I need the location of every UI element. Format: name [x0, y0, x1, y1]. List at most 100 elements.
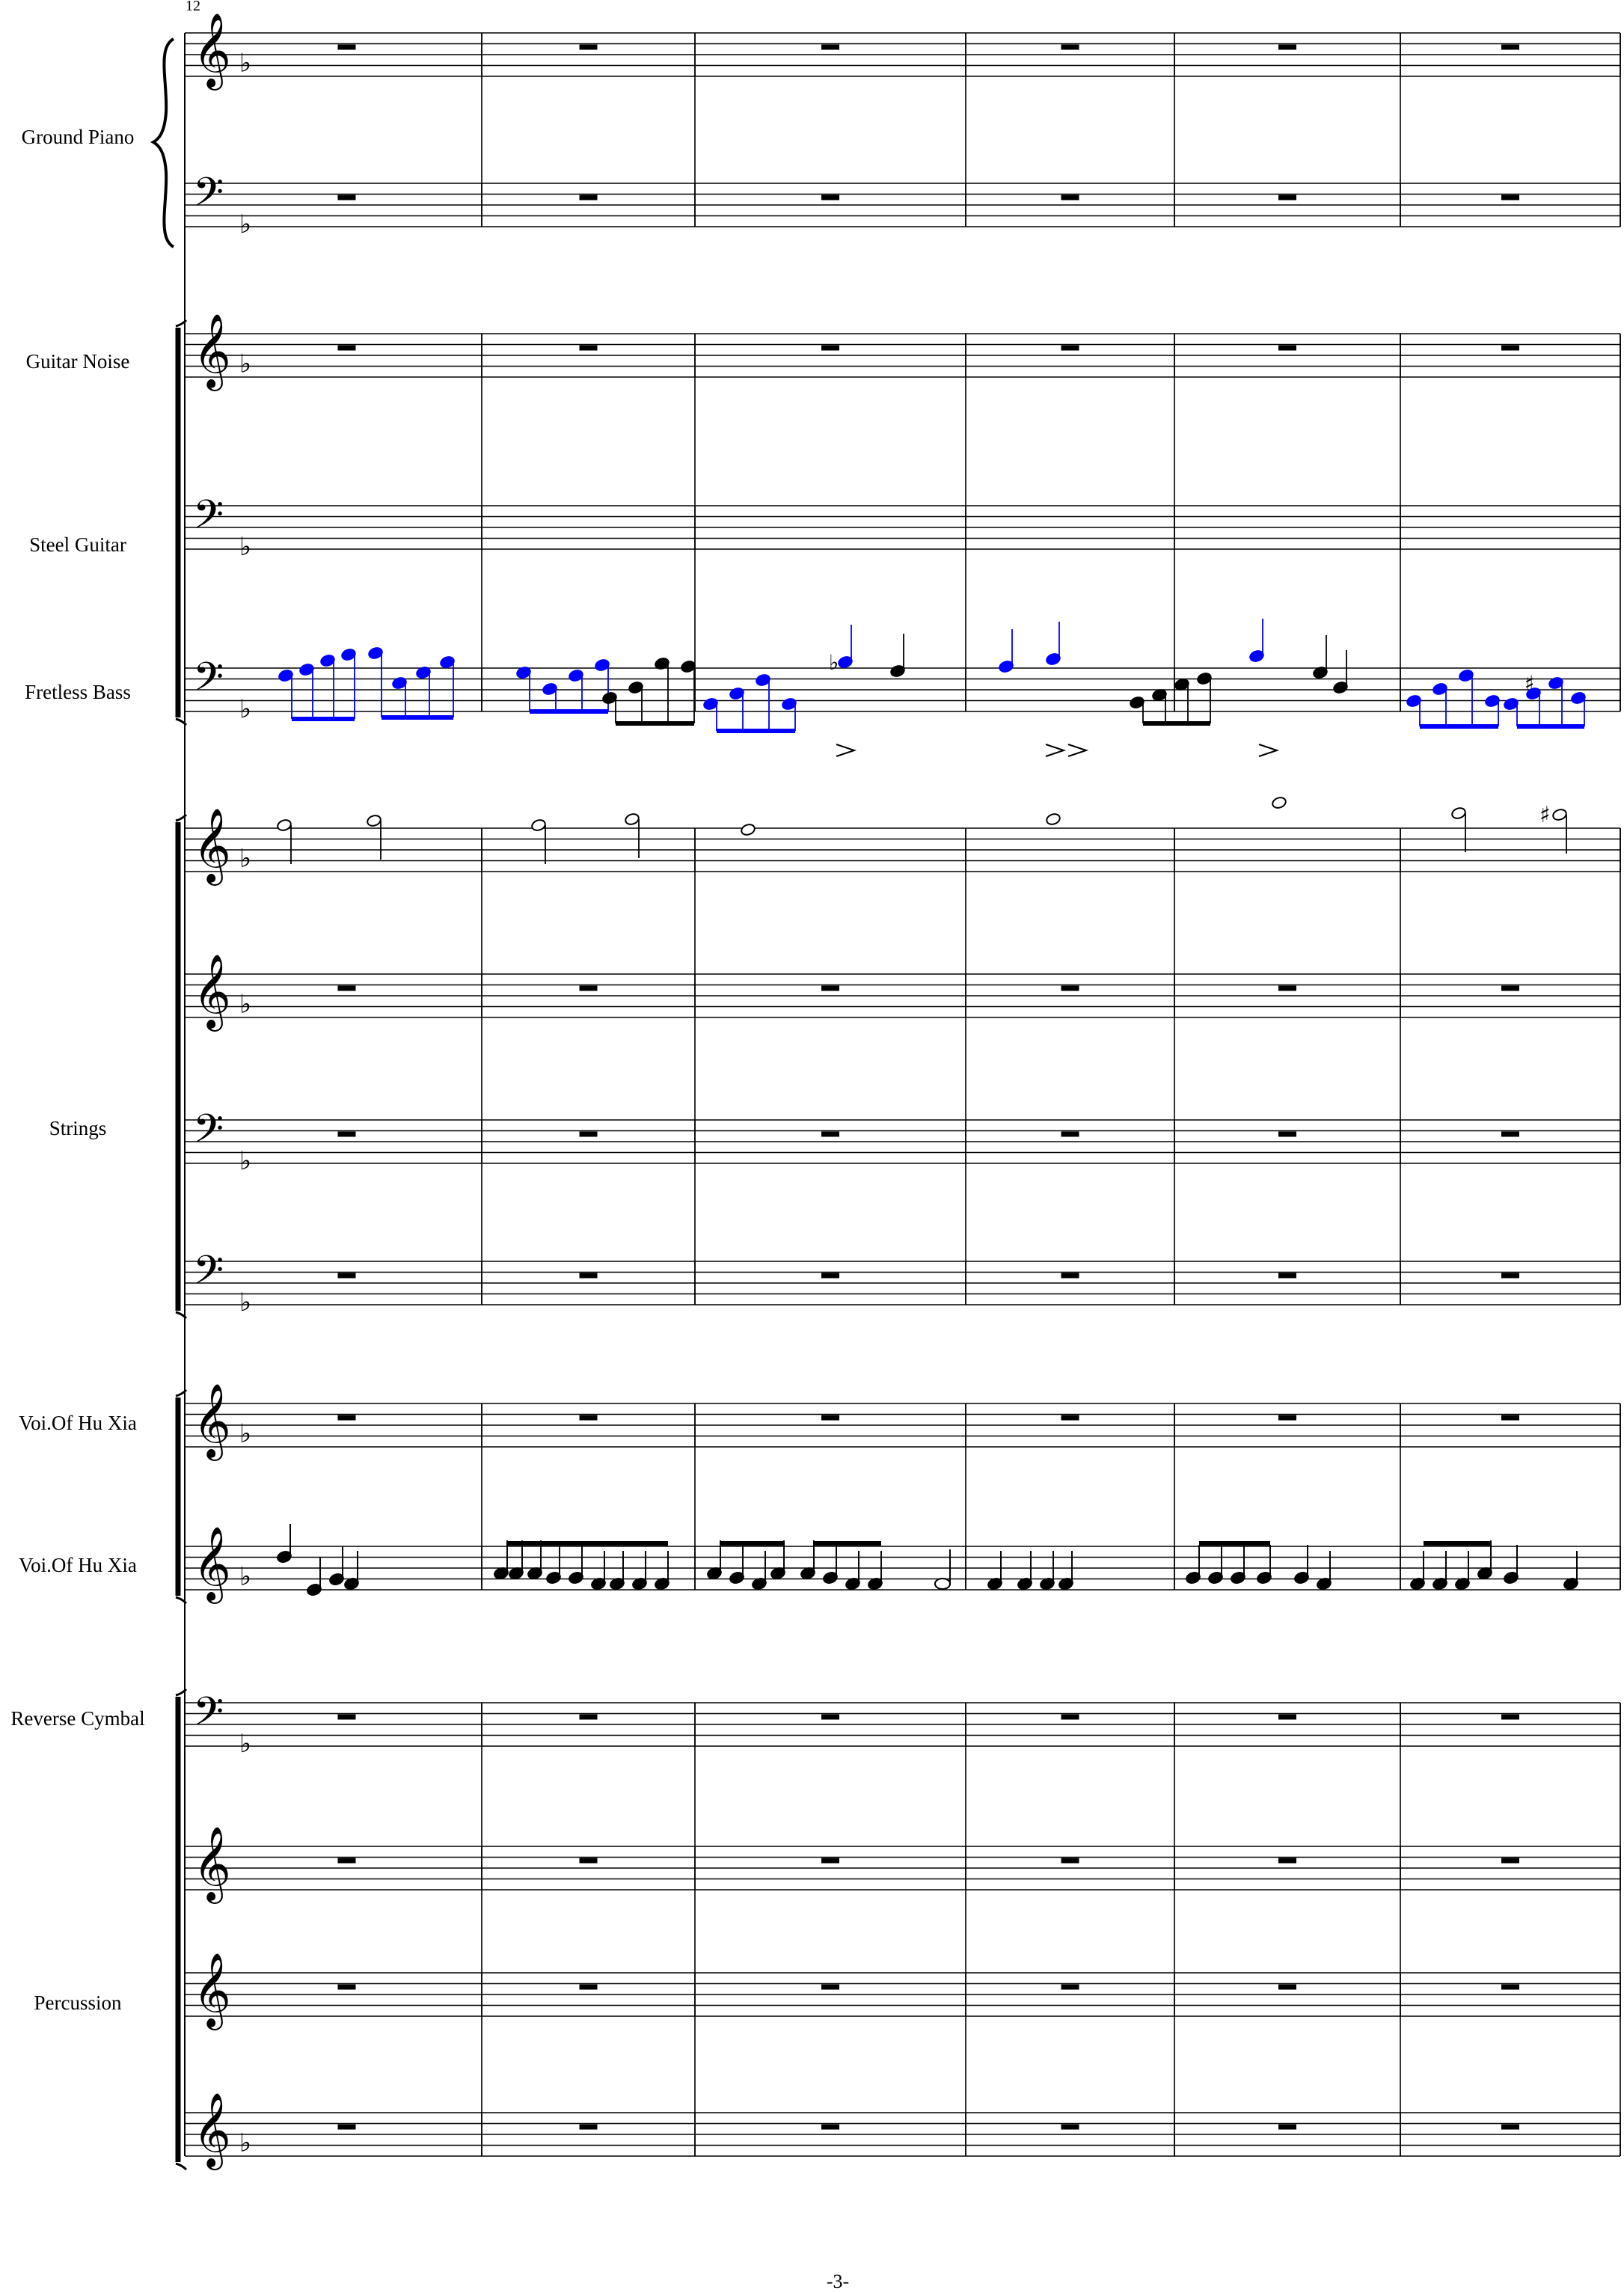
- bass-clef: 𝄢: [193, 1248, 224, 1303]
- staff: 𝄢 ♭: [185, 655, 1621, 724]
- measure-rest: [337, 1415, 356, 1421]
- measure-rest: [579, 1415, 598, 1421]
- staff: 𝄢 ♭: [185, 492, 1621, 562]
- measure-rest: [579, 1858, 598, 1864]
- measure-rest: [337, 985, 356, 991]
- key-signature-flat: ♭: [239, 209, 251, 239]
- fretless-bass-notes: ♯: [277, 797, 1567, 864]
- note-head: [277, 819, 292, 831]
- key-signature-flat: ♭: [239, 1288, 251, 1317]
- instrument-label-voice-2: Voi.Of Hu Xia: [19, 1554, 137, 1576]
- vocal-line-1-copy: [277, 1524, 1578, 1596]
- vocal-line-1: [277, 1524, 1578, 1596]
- steel-guitar-notes: ♭♯: [278, 619, 1586, 757]
- bass-clef: 𝄢: [193, 655, 224, 710]
- staff: 𝄞 ♭: [185, 2093, 1621, 2170]
- measure-rest: [821, 1273, 839, 1279]
- measure-rest: [1278, 1984, 1296, 1990]
- measure-rest: [579, 1131, 598, 1137]
- key-signature-flat: ♭: [239, 2128, 251, 2158]
- measure-rest: [1061, 1415, 1079, 1421]
- measure-rest: [579, 1273, 598, 1279]
- instrument-label-reverse-cymbal: Reverse Cymbal: [10, 1707, 144, 1730]
- measure-rest: [579, 1984, 598, 1990]
- measure-rest: [337, 1984, 356, 1990]
- measure-rest: [337, 1858, 356, 1864]
- measure-rest: [579, 195, 598, 200]
- staff: 𝄞: [185, 1826, 1621, 1904]
- half-note-head: [934, 1578, 951, 1590]
- measure-rest: [337, 1273, 356, 1279]
- staff: 𝄞 ♭: [185, 313, 1621, 391]
- treble-clef: 𝄞: [193, 1826, 231, 1904]
- treble-clef: 𝄞: [193, 1953, 231, 2030]
- bass-clef: 𝄢: [193, 492, 224, 548]
- key-signature-flat: ♭: [239, 349, 251, 379]
- measure-rest: [337, 345, 356, 351]
- measure-rest: [579, 985, 598, 991]
- measure-rest: [337, 195, 356, 200]
- note-head: [367, 815, 382, 827]
- accent-mark: [1067, 744, 1089, 757]
- page-number: -3-: [827, 2271, 849, 2292]
- measure-rest: [337, 1714, 356, 1720]
- key-signature-flat: ♭: [239, 990, 251, 1020]
- instrument-label-percussion: Percussion: [34, 1992, 122, 2014]
- measure-rest: [1061, 44, 1079, 50]
- measure-rest: [1278, 2124, 1296, 2130]
- measure-rest: [1278, 985, 1296, 991]
- measure-rest: [1278, 1714, 1296, 1720]
- score-page: 𝄞 ♭𝄢 ♭𝄞 ♭𝄢 ♭𝄢 ♭𝄞 ♭𝄞 ♭𝄢 ♭𝄢 ♭𝄞 ♭𝄞 ♭𝄢 ♭𝄞𝄞𝄞 ♭ ♯♭♯ 12 Grou…: [10, 0, 1621, 2292]
- measure-rest: [1501, 1415, 1519, 1421]
- measure-rest: [1278, 1131, 1296, 1137]
- note-head: [1552, 809, 1567, 821]
- note-head: [531, 819, 546, 831]
- measure-rest: [1501, 2124, 1519, 2130]
- measure-rest: [1278, 1273, 1296, 1279]
- measure-rest: [821, 1415, 839, 1421]
- measure-rest: [821, 44, 839, 50]
- measure-rest: [821, 2124, 839, 2130]
- instrument-label-guitar-noise: Guitar Noise: [26, 350, 130, 373]
- staff: 𝄢 ♭: [185, 1248, 1621, 1317]
- measure-rest: [821, 195, 839, 200]
- measure-rest: [1278, 1858, 1296, 1864]
- staff: 𝄢 ♭: [185, 1106, 1621, 1176]
- measure-rest: [1061, 1131, 1079, 1137]
- staff: 𝄞 ♭: [185, 808, 1621, 886]
- note-head: [741, 824, 756, 836]
- key-signature-flat: ♭: [239, 1729, 251, 1759]
- treble-clef: 𝄞: [193, 2093, 231, 2170]
- measure-rest: [821, 345, 839, 351]
- measure-rest: [337, 1131, 356, 1137]
- accent-mark: [1045, 744, 1067, 757]
- key-signature-flat: ♭: [239, 1562, 251, 1592]
- staff: 𝄞 ♭: [185, 954, 1621, 1032]
- measure-rest: [821, 1858, 839, 1864]
- measure-rest: [1061, 1984, 1079, 1990]
- treble-clef: 𝄞: [193, 1526, 231, 1604]
- measure-rest: [1278, 44, 1296, 50]
- staff: 𝄞: [185, 1953, 1621, 2030]
- measure-rest: [579, 345, 598, 351]
- measure-rest: [1061, 985, 1079, 991]
- measure-rest: [1501, 1858, 1519, 1864]
- measure-rest: [1501, 1131, 1519, 1137]
- treble-clef: 𝄞: [193, 313, 231, 391]
- key-signature-flat: ♭: [239, 1146, 251, 1176]
- measure-rest: [1278, 1415, 1296, 1421]
- sharp-accidental: ♯: [1525, 671, 1535, 696]
- instrument-label-ground-piano: Ground Piano: [22, 126, 135, 148]
- note-layer: ♯♭♯: [277, 44, 1586, 2130]
- staff: 𝄞 ♭: [185, 1526, 1621, 1604]
- bracket-hook: [175, 2162, 188, 2171]
- measure-rest: [1501, 44, 1519, 50]
- measure-rest: [1501, 345, 1519, 351]
- measure-rest: [579, 1714, 598, 1720]
- measure-rest: [337, 2124, 356, 2130]
- measure-rest: [821, 1131, 839, 1137]
- measure-rest: [821, 1984, 839, 1990]
- measure-rest: [1061, 2124, 1079, 2130]
- note-head: [625, 813, 640, 825]
- treble-clef: 𝄞: [193, 1383, 231, 1461]
